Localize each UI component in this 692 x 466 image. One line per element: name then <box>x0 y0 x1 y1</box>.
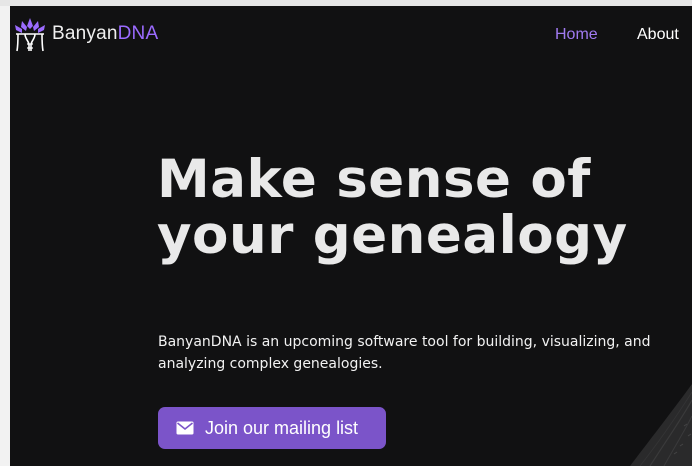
hero-title: Make sense of your genealogy <box>157 152 677 264</box>
banyan-tree-logo-icon <box>15 18 45 52</box>
hero-title-line2: your genealogy <box>157 205 628 266</box>
join-mailing-list-label: Join our mailing list <box>205 417 359 438</box>
nav-about-link[interactable]: About <box>637 26 679 44</box>
brand-name-part2: DNA <box>117 23 159 44</box>
join-mailing-list-button[interactable]: Join our mailing list <box>158 407 386 449</box>
navbar: BanyanDNA Home About <box>10 6 692 66</box>
landing-page: BanyanDNA Home About Make sense of your … <box>10 6 692 466</box>
nav-home-link[interactable]: Home <box>555 26 598 44</box>
envelope-icon <box>176 421 194 435</box>
brand-name: BanyanDNA <box>52 23 158 45</box>
hero-description: BanyanDNA is an upcoming software tool f… <box>158 334 651 372</box>
left-border <box>0 6 10 466</box>
browser-viewport: BanyanDNA Home About Make sense of your … <box>0 0 692 466</box>
brand-link[interactable]: BanyanDNA <box>12 14 158 54</box>
brand-name-part1: Banyan <box>52 23 118 44</box>
background-decoration <box>630 384 692 466</box>
hero-title-line1: Make sense of <box>157 149 591 210</box>
